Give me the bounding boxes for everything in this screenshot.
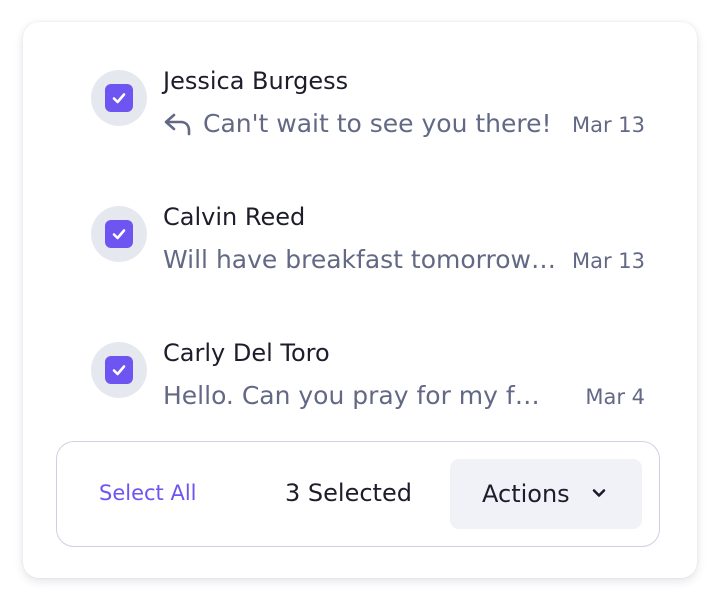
message-checkbox[interactable] [91, 70, 147, 126]
sender-name: Jessica Burgess [163, 67, 349, 95]
checked-checkbox[interactable] [105, 84, 133, 112]
message-preview: Hello. Can you pray for my family [163, 381, 547, 410]
actions-dropdown-button[interactable]: Actions [450, 459, 642, 529]
message-preview: Will have breakfast tomorrow with the te… [163, 245, 559, 274]
message-checkbox[interactable] [91, 206, 147, 262]
bulk-action-bar: Select All 3 Selected Actions [56, 441, 660, 547]
message-row-calvin-reed[interactable]: Calvin Reed Will have breakfast tomorrow… [91, 201, 645, 281]
message-row-jessica-burgess[interactable]: Jessica Burgess Can't wait to see you th… [91, 65, 645, 145]
message-list-card: Jessica Burgess Can't wait to see you th… [23, 22, 697, 578]
selected-count: 3 Selected [285, 479, 412, 507]
sender-name: Carly Del Toro [163, 339, 330, 367]
message-checkbox[interactable] [91, 342, 147, 398]
select-all-link[interactable]: Select All [99, 478, 197, 508]
message-date: Mar 13 [571, 249, 645, 273]
message-preview: Can't wait to see you there! [203, 109, 552, 138]
actions-label: Actions [482, 480, 570, 508]
sender-name: Calvin Reed [163, 203, 306, 231]
message-date: Mar 13 [571, 113, 645, 137]
reply-icon [164, 113, 191, 136]
checkmark-icon [112, 93, 126, 104]
checked-checkbox[interactable] [105, 220, 133, 248]
checked-checkbox[interactable] [105, 356, 133, 384]
chevron-down-icon [592, 489, 606, 497]
checkmark-icon [112, 365, 126, 376]
checkmark-icon [112, 229, 126, 240]
message-date: Mar 4 [585, 385, 645, 409]
message-row-carly-del-toro[interactable]: Carly Del Toro Hello. Can you pray for m… [91, 337, 645, 417]
